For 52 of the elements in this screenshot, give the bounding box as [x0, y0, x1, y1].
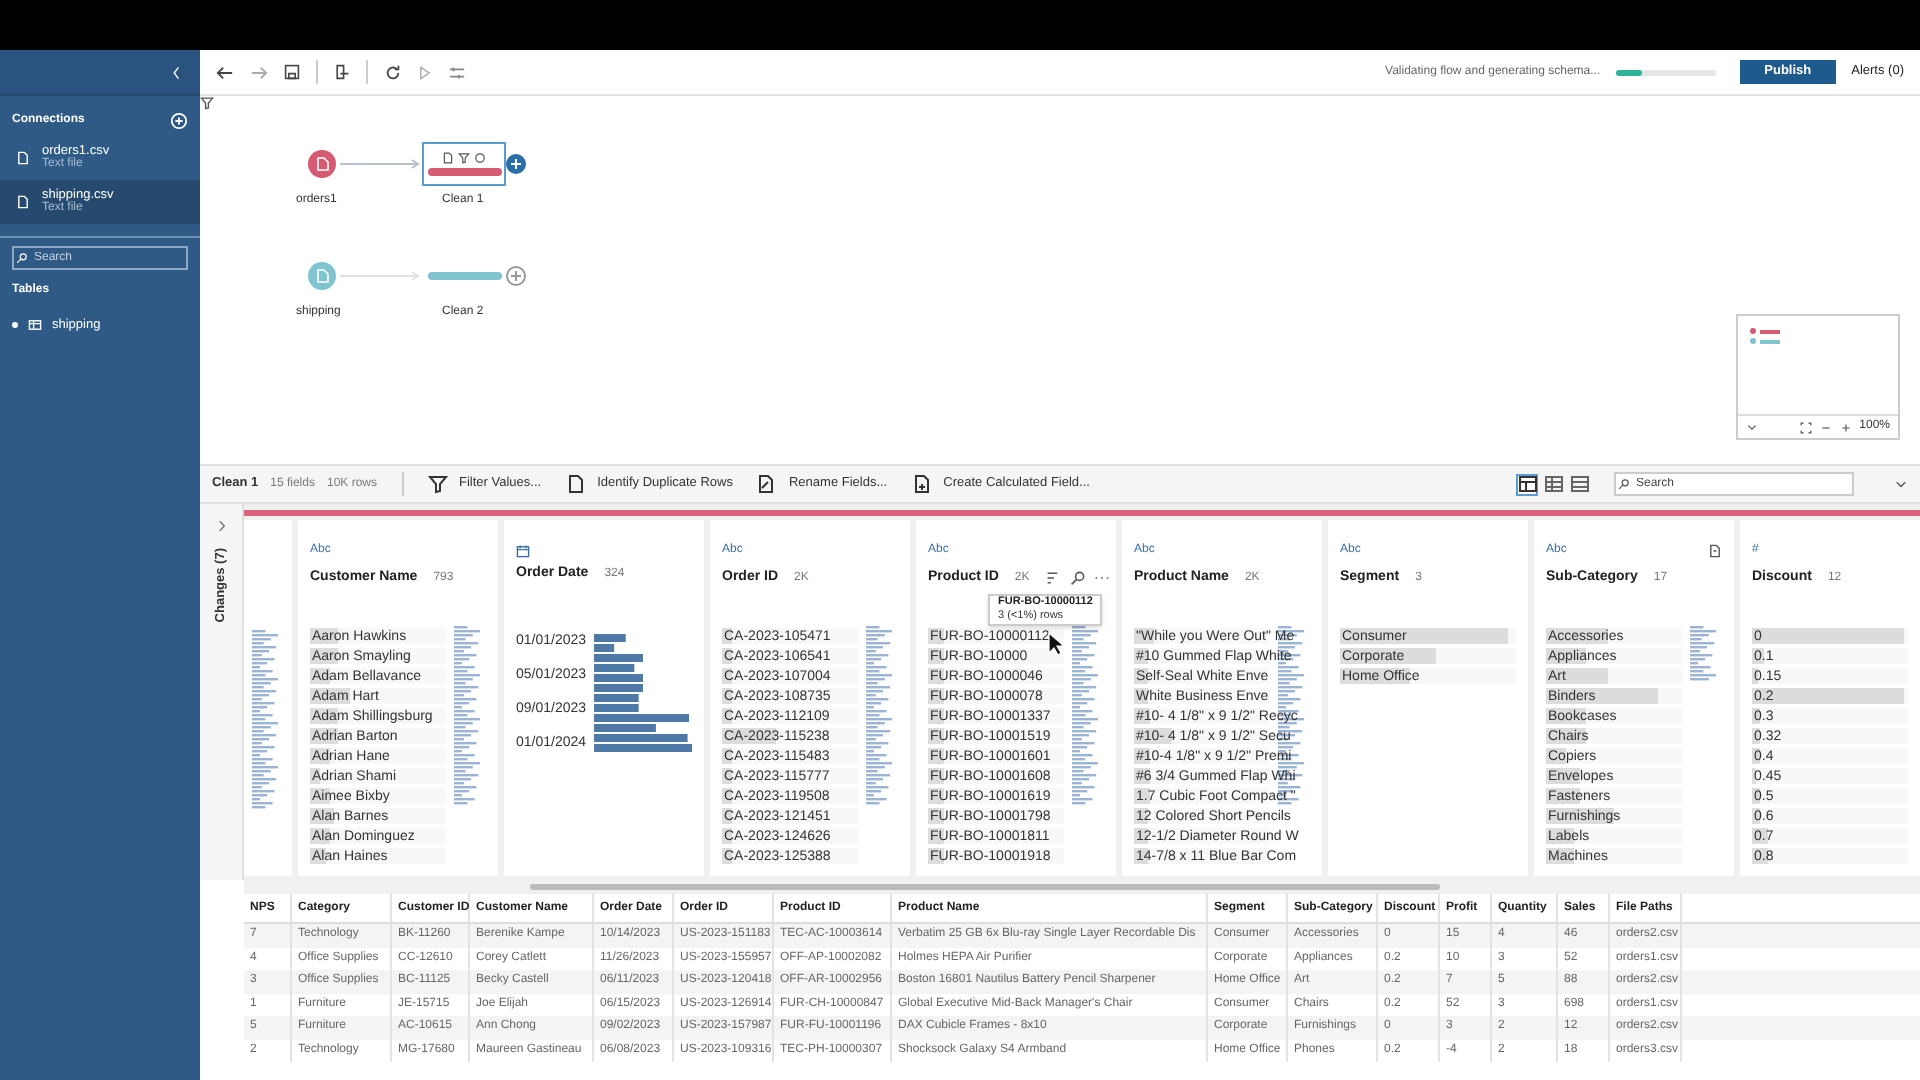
- file-icon: [16, 194, 30, 210]
- calendar-icon: [516, 543, 530, 557]
- fit-screen-icon: [1799, 421, 1812, 433]
- sort-icon: [1045, 570, 1062, 586]
- horizontal-scrollbar[interactable]: [530, 884, 1440, 890]
- adjust-icon: [448, 63, 466, 81]
- grid-view-icon: [1543, 474, 1563, 494]
- clock-icon: [474, 152, 486, 164]
- connector-arrow: [340, 158, 424, 170]
- view-toggle[interactable]: [1516, 473, 1538, 495]
- clean-step-node[interactable]: [422, 142, 506, 186]
- filter-icon: [200, 96, 214, 110]
- expand-chevron-icon: [215, 520, 227, 532]
- minimap-node-icon: [1750, 338, 1756, 344]
- mini-histogram-drawing: [1690, 626, 1722, 682]
- chevron-down-icon: [1894, 477, 1908, 491]
- search-icon: [1069, 570, 1086, 586]
- minimap-node-icon: [1750, 328, 1756, 334]
- pencil-document-icon: [756, 474, 777, 494]
- input-node-icon[interactable]: [308, 262, 336, 290]
- refresh-icon: [384, 63, 402, 81]
- zoom-in-icon: [1839, 421, 1852, 433]
- input-node-icon[interactable]: [308, 150, 336, 178]
- collapse-chevron-icon: [170, 65, 184, 79]
- chevron-down-icon: [1746, 421, 1758, 433]
- zoom-out-icon: [1819, 421, 1832, 433]
- search-icon: [1618, 478, 1630, 490]
- add-icon: [170, 111, 188, 129]
- connector-arrow: [340, 270, 424, 282]
- back-arrow-icon: [216, 63, 234, 81]
- view-toggle[interactable]: [1568, 473, 1590, 495]
- file-icon: [16, 150, 30, 166]
- filter-icon: [458, 152, 470, 164]
- export-icon: [334, 64, 350, 80]
- search-icon: [16, 252, 28, 264]
- bullet-icon: [12, 322, 18, 329]
- document-icon: [565, 474, 586, 494]
- save-icon: [284, 64, 300, 80]
- clean-step-bar: [427, 272, 501, 280]
- add-step-icon[interactable]: [506, 266, 526, 286]
- list-view-icon: [1569, 474, 1589, 494]
- play-icon: [418, 65, 432, 79]
- date-histogram-drawing: [594, 632, 692, 756]
- profile-view-icon: [1517, 474, 1537, 494]
- table-icon: [26, 318, 44, 333]
- add-step-icon[interactable]: [506, 154, 526, 174]
- forward-arrow-icon: [250, 63, 268, 81]
- clean-step-bar: [427, 168, 501, 176]
- view-toggle[interactable]: [1542, 473, 1564, 495]
- filter-icon: [427, 474, 447, 494]
- document-icon: [442, 152, 454, 164]
- document-plus-icon: [911, 474, 932, 494]
